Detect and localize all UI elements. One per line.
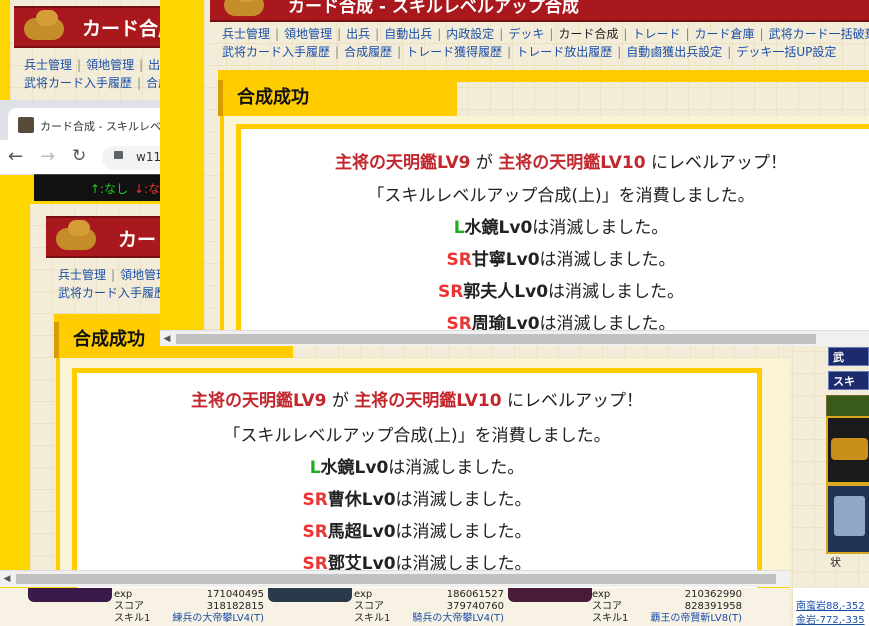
reload-icon[interactable]: ↻ [72, 146, 86, 166]
side-button-skill[interactable]: スキ [828, 371, 869, 390]
scroll-thumb[interactable] [176, 334, 816, 344]
nav-link[interactable]: 兵士管理 [24, 58, 72, 72]
side-banner-2[interactable] [826, 416, 869, 484]
levelup-line: 主将の天明鑑LV9 が 主将の天明鑑LV10 にレベルアップ！ [190, 391, 643, 411]
consumed-card-line: L水鏡Lv0は消滅しました。 [309, 458, 525, 478]
skill-link[interactable]: 覇王の帝賢斬LV8 [650, 613, 728, 624]
consumed-card-line: SR曹休Lv0は消滅しました。 [302, 490, 532, 510]
nav-link[interactable]: 出 [148, 58, 160, 72]
nav-link[interactable]: 領地管理 [284, 27, 332, 41]
browser-tab[interactable]: カード合成 - スキルレベルア [8, 108, 183, 144]
nav-links-row1: 兵士管理 | 領地管理 | 出兵 | 自動出兵 | 内政設定 | デッキ | カード合成 | トレード | カー… [222, 25, 869, 43]
nav-link[interactable]: 出兵 [346, 27, 370, 41]
page-title: カード合成 - スキルレベルアップ合成 [288, 0, 579, 17]
scroll-left-icon[interactable]: ◀ [160, 331, 174, 346]
consumed-card-line: SR馬超Lv0は消滅しました。 [302, 522, 532, 542]
levelup-line: 主将の天明鑑LV9 が 主将の天明鑑LV10 にレベルアップ！ [334, 153, 787, 173]
side-status-icon[interactable]: 状 [826, 554, 869, 572]
url-text: w11 [136, 150, 162, 164]
cloud-logo [224, 0, 264, 16]
favicon-icon [18, 117, 34, 133]
scroll-thumb[interactable] [16, 574, 776, 584]
horizontal-scrollbar[interactable]: ◀ [0, 570, 790, 587]
side-button-busho[interactable]: 武 [828, 347, 869, 366]
nav-link[interactable]: トレード放出履歴 [516, 45, 612, 59]
result-box: 主将の天明鑑LV9 が 主将の天明鑑LV10 にレベルアップ！ 「スキルレベルア… [72, 368, 762, 588]
nav-link[interactable]: 武将カード入手履歴 [222, 45, 330, 59]
nav-links-row2: 武将カード入手履歴 [58, 284, 166, 302]
skill-link[interactable]: 騎兵の大帝攀LV4 [412, 613, 490, 624]
result-box: 主将の天明鑑LV9 が 主将の天明鑑LV10 にレベルアップ！ 「スキルレベルア… [236, 124, 869, 346]
cloud-logo [24, 10, 64, 40]
success-heading: 合成成功 [218, 80, 457, 116]
consumed-line: 「スキルレベルアップ合成(上)」を消費しました。 [223, 426, 611, 446]
back-icon[interactable]: ← [8, 146, 23, 167]
nav-link[interactable]: カード倉庫 [695, 27, 755, 41]
window-front: カード合成 - スキルレベルアップ合成 兵士管理 | 領地管理 | 出兵 | 自動出兵 | 内政… [160, 0, 869, 346]
nav-link[interactable]: デッキ一括UP設定 [736, 45, 836, 59]
nav-links-row1: 兵士管理 | 領地管理 [58, 268, 169, 282]
forward-icon[interactable]: → [40, 146, 55, 167]
status-up: ↑:なし [90, 182, 129, 196]
nav-link[interactable]: トレード獲得履歴 [406, 45, 502, 59]
side-link-2[interactable]: 金岩-772,-335 [796, 611, 865, 626]
nav-link[interactable]: 領地管理 [86, 58, 134, 72]
side-banner-1[interactable] [826, 395, 869, 417]
cloud-logo [56, 220, 96, 250]
window-back: カード合成 兵士管理 | 領地管理 | 出 武将カード入手履歴 | 合成 [0, 0, 175, 100]
nav-link[interactable]: 武将カード入手履歴 [24, 76, 132, 90]
side-link-1[interactable]: 南蛮岩88,-352 [796, 597, 865, 612]
card-stats-2: exp 186061527 スコア 379740760 スキル1 騎兵の大帝攀LV4(… [354, 589, 504, 624]
card-thumb-3[interactable] [508, 588, 592, 602]
consumed-card-line: SR郭夫人Lv0は消滅しました。 [437, 282, 685, 302]
consumed-line: 「スキルレベルアップ合成(上)」を消費しました。 [367, 186, 755, 206]
card-thumb-2[interactable] [268, 588, 352, 602]
nav-link[interactable]: 内政設定 [446, 27, 494, 41]
nav-link[interactable]: 合成履歴 [344, 45, 392, 59]
card-stats-1: exp 171040495 スコア 318182815 スキル1 練兵の大帝攀LV4(… [114, 589, 264, 624]
nav-link[interactable]: 自動出兵 [384, 27, 432, 41]
nav-link[interactable]: 武将カード一括破棄 [769, 27, 869, 41]
nav-links-row2: 武将カード入手履歴 | 合成 [24, 76, 171, 90]
nav-link[interactable]: 武将カード入手履歴 [58, 286, 166, 300]
side-banner-3[interactable] [826, 484, 869, 554]
skill-link[interactable]: 練兵の大帝攀LV4 [172, 613, 250, 624]
nav-link[interactable]: 兵士管理 [222, 27, 270, 41]
consumed-card-line: L水鏡Lv0は消滅しました。 [453, 218, 669, 238]
nav-links-row1: 兵士管理 | 領地管理 | 出 [24, 58, 161, 72]
nav-link[interactable]: 自動鹵獲出兵設定 [626, 45, 722, 59]
consumed-card-line: SR甘寧Lv0は消滅しました。 [446, 250, 676, 270]
nav-link-current[interactable]: カード合成 [558, 27, 618, 41]
nav-link[interactable]: トレード [632, 27, 680, 41]
card-stats-3: exp 210362990 スコア 828391958 スキル1 覇王の帝賢斬LV8(… [592, 589, 742, 624]
lock-icon [114, 151, 123, 159]
horizontal-scrollbar[interactable]: ◀ [160, 330, 869, 346]
card-thumb-1[interactable] [28, 588, 112, 602]
nav-links-row2: 武将カード入手履歴 | 合成履歴 | トレード獲得履歴 | トレード放出履歴 | 自動鹵獲出兵設… [222, 45, 837, 59]
nav-link[interactable]: 兵士管理 [58, 268, 106, 282]
scroll-left-icon[interactable]: ◀ [0, 571, 14, 587]
nav-link[interactable]: デッキ [508, 27, 544, 41]
